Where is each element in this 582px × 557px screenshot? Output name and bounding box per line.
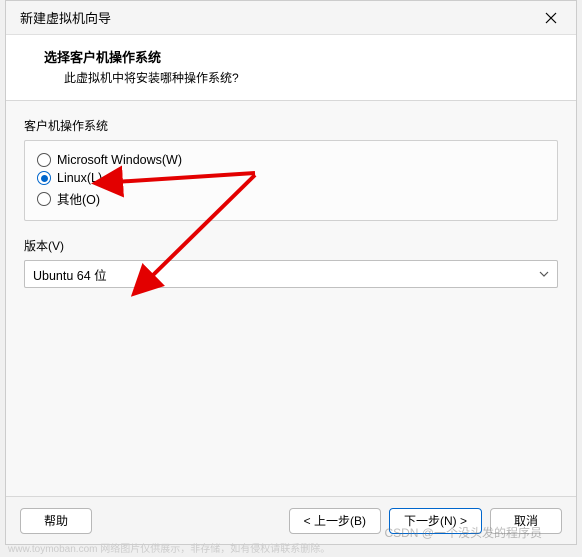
source-watermark: www.toymoban.com 网络图片仅供展示，非存储，如有侵权请联系删除。: [8, 540, 330, 555]
close-button[interactable]: [536, 3, 566, 33]
radio-label: Linux(L): [57, 171, 102, 185]
radio-windows[interactable]: Microsoft Windows(W): [37, 151, 545, 169]
version-selected: Ubuntu 64 位: [33, 265, 107, 284]
back-button[interactable]: < 上一步(B): [289, 508, 381, 534]
page-title: 选择客户机操作系统: [44, 47, 558, 66]
csdn-watermark: CSDN @一个没头发的程序员: [384, 524, 542, 541]
radio-other[interactable]: 其他(O): [37, 187, 545, 210]
close-icon: [545, 12, 557, 24]
wizard-header: 选择客户机操作系统 此虚拟机中将安装哪种操作系统?: [6, 35, 576, 101]
chevron-down-icon: [539, 269, 549, 279]
help-button[interactable]: 帮助: [20, 508, 92, 534]
page-subtitle: 此虚拟机中将安装哪种操作系统?: [64, 69, 558, 86]
version-select[interactable]: Ubuntu 64 位: [24, 260, 558, 288]
radio-label: Microsoft Windows(W): [57, 153, 182, 167]
radio-icon: [37, 153, 51, 167]
radio-linux[interactable]: Linux(L): [37, 169, 545, 187]
radio-icon: [37, 171, 51, 185]
titlebar: 新建虚拟机向导: [6, 1, 576, 35]
radio-label: 其他(O): [57, 189, 100, 208]
window-title: 新建虚拟机向导: [20, 8, 111, 27]
version-label: 版本(V): [24, 237, 558, 254]
wizard-content: 客户机操作系统 Microsoft Windows(W) Linux(L) 其他…: [6, 101, 576, 496]
radio-icon: [37, 192, 51, 206]
os-group-label: 客户机操作系统: [24, 117, 558, 134]
os-group-box: Microsoft Windows(W) Linux(L) 其他(O): [24, 140, 558, 221]
wizard-dialog: 新建虚拟机向导 选择客户机操作系统 此虚拟机中将安装哪种操作系统? 客户机操作系…: [5, 0, 577, 545]
